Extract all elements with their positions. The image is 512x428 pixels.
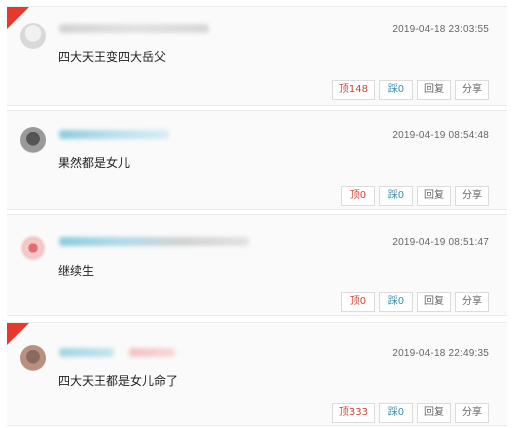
downvote-button[interactable]: 踩0 [379,80,413,100]
upvote-button[interactable]: 顶0 [341,292,375,312]
comment-time: 2019-04-19 08:54:48 [392,130,489,141]
reply-button[interactable]: 回复 [417,186,451,206]
share-button[interactable]: 分享 [455,80,489,100]
downvote-button[interactable]: 踩0 [379,186,413,206]
username-blurred[interactable] [59,130,169,139]
upvote-button[interactable]: 顶148 [331,80,375,100]
upvote-button[interactable]: 顶0 [341,186,375,206]
reply-button[interactable]: 回复 [417,292,451,312]
comment-item: 2019-04-19 08:51:47 继续生 顶0 踩0 回复 分享 [7,214,507,316]
comment-text: 继续生 [58,264,95,278]
username-blurred[interactable] [59,24,209,33]
share-button[interactable]: 分享 [455,292,489,312]
comment-item: 2019-04-18 23:03:55 四大天王变四大岳父 顶148 踩0 回复… [7,6,507,106]
comment-item: 2019-04-19 08:54:48 果然都是女儿 顶0 踩0 回复 分享 [7,110,507,210]
avatar[interactable] [20,235,46,261]
reply-button[interactable]: 回复 [417,80,451,100]
comment-item: 2019-04-18 22:49:35 四大天王都是女儿命了 顶333 踩0 回… [7,322,507,426]
share-button[interactable]: 分享 [455,403,489,423]
hot-badge-icon [7,323,29,345]
user-tag-blurred [129,348,175,357]
comment-actions: 顶148 踩0 回复 分享 [331,80,489,100]
comment-actions: 顶0 踩0 回复 分享 [341,186,489,206]
comment-time: 2019-04-18 22:49:35 [392,348,489,359]
avatar[interactable] [20,127,46,153]
downvote-button[interactable]: 踩0 [379,292,413,312]
avatar[interactable] [20,345,46,371]
comment-text: 四大天王都是女儿命了 [58,374,179,388]
comment-time: 2019-04-18 23:03:55 [392,24,489,35]
reply-button[interactable]: 回复 [417,403,451,423]
upvote-button[interactable]: 顶333 [331,403,375,423]
username-blurred[interactable] [59,348,114,357]
comment-actions: 顶333 踩0 回复 分享 [331,403,489,423]
comment-actions: 顶0 踩0 回复 分享 [341,292,489,312]
avatar[interactable] [20,23,46,49]
comment-text: 果然都是女儿 [58,156,131,170]
share-button[interactable]: 分享 [455,186,489,206]
comment-text: 四大天王变四大岳父 [58,50,167,64]
username-blurred[interactable] [59,237,249,246]
downvote-button[interactable]: 踩0 [379,403,413,423]
comment-list: 2019-04-18 23:03:55 四大天王变四大岳父 顶148 踩0 回复… [0,0,512,428]
comment-time: 2019-04-19 08:51:47 [392,237,489,248]
